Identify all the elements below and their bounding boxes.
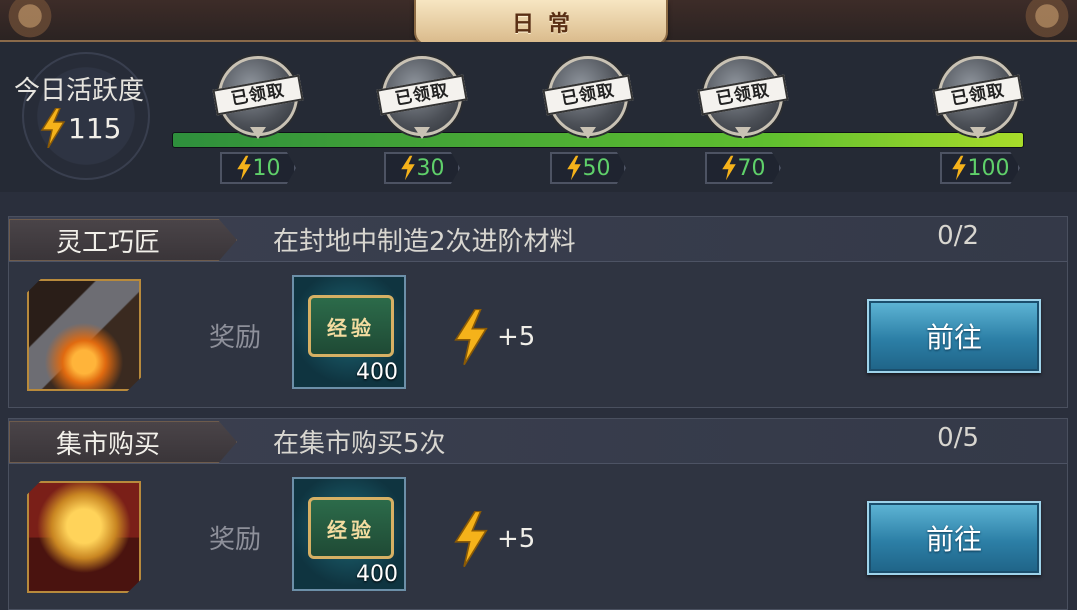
milestone-points: 100 [967, 155, 1010, 181]
milestone-points-tag: 100 [940, 152, 1020, 184]
activity-panel [0, 42, 1077, 192]
milestone-points: 70 [737, 155, 766, 181]
lightning-icon [453, 511, 489, 567]
reward-exp-item[interactable]: 经验 400 [292, 275, 406, 389]
panel-title-tab: 日常 [414, 0, 668, 46]
task-header: 集市购买 在集市购买5次 0/5 [9, 419, 1067, 464]
milestone-points-tag: 30 [384, 152, 460, 184]
lightning-icon [453, 309, 489, 365]
reward-label: 奖励 [209, 323, 262, 353]
panel-title: 日常 [511, 12, 584, 37]
reward-activity-points: +5 [453, 511, 535, 567]
hammer-icon [27, 279, 141, 391]
reward-item-name: 经验 [327, 315, 375, 340]
reward-item-count: 400 [356, 360, 398, 385]
task-header: 灵工巧匠 在封地中制造2次进阶材料 0/2 [9, 217, 1067, 262]
reward-activity-points: +5 [453, 309, 535, 365]
milestone-points-tag: 50 [550, 152, 626, 184]
go-button[interactable]: 前往 [867, 299, 1041, 373]
lightning-icon [721, 155, 737, 181]
milestone-points: 50 [582, 155, 611, 181]
task-card: 集市购买 在集市购买5次 0/5 奖励 经验 400 +5 前往 [8, 418, 1068, 610]
reward-item-name: 经验 [327, 517, 375, 542]
milestone-points-tag: 10 [220, 152, 296, 184]
lightning-icon [566, 155, 582, 181]
milestone-points-tag: 70 [705, 152, 781, 184]
lightning-icon [951, 155, 967, 181]
task-progress: 0/5 [937, 423, 979, 453]
task-category-label: 集市购买 [55, 429, 160, 460]
task-description: 在封地中制造2次进阶材料 [273, 227, 576, 257]
milestone-points: 30 [416, 155, 445, 181]
task-progress: 0/2 [937, 221, 979, 251]
task-category-label: 灵工巧匠 [55, 227, 160, 258]
reward-item-count: 400 [356, 562, 398, 587]
reward-label: 奖励 [209, 525, 262, 555]
corner-ornament-right [1017, 0, 1077, 40]
go-button-label: 前往 [925, 321, 982, 354]
activity-label: 今日活跃度 [14, 76, 145, 106]
task-category-tag: 灵工巧匠 [9, 219, 237, 261]
task-category-tag: 集市购买 [9, 421, 237, 463]
lightning-icon [236, 155, 252, 181]
task-card: 灵工巧匠 在封地中制造2次进阶材料 0/2 奖励 经验 400 +5 前往 [8, 216, 1068, 408]
go-button-label: 前往 [925, 523, 982, 556]
milestone-points: 10 [252, 155, 281, 181]
reward-points-value: +5 [497, 322, 536, 352]
lightning-icon [400, 155, 416, 181]
task-description: 在集市购买5次 [273, 429, 446, 459]
reward-exp-item[interactable]: 经验 400 [292, 477, 406, 591]
exp-scroll-icon: 经验 [308, 295, 394, 357]
reward-points-value: +5 [497, 524, 536, 554]
activity-value: 115 [68, 111, 122, 145]
lightning-icon [40, 108, 66, 148]
exp-scroll-icon: 经验 [308, 497, 394, 559]
corner-ornament-left [0, 0, 60, 40]
activity-progress-fill [173, 133, 1023, 147]
treasure-chest-icon [27, 481, 141, 593]
activity-total: 115 [40, 108, 121, 148]
go-button[interactable]: 前往 [867, 501, 1041, 575]
